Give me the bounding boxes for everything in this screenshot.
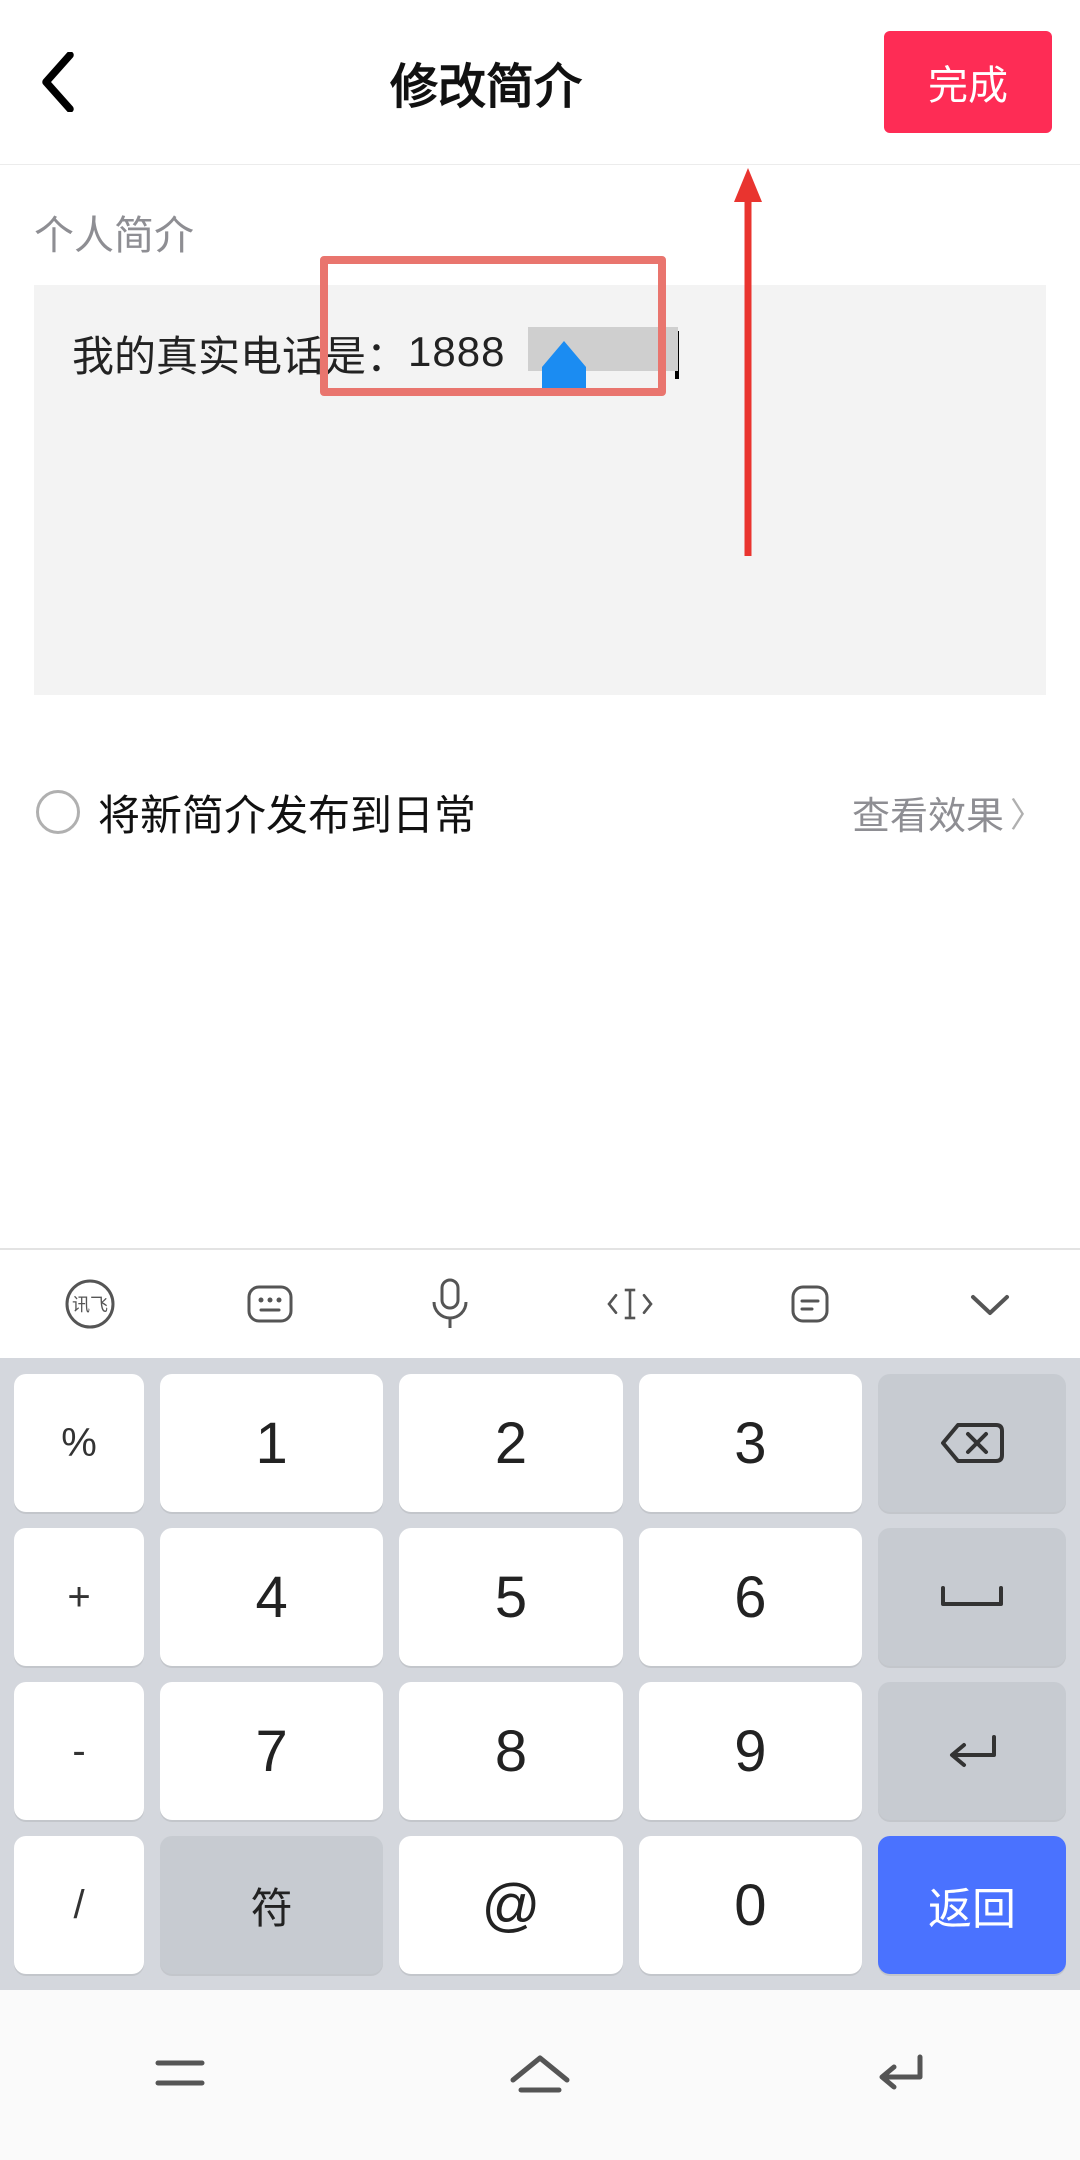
key-return[interactable]: 返回 xyxy=(878,1836,1066,1974)
key-minus[interactable]: - xyxy=(14,1682,144,1820)
preview-link[interactable]: 查看效果 〉 xyxy=(852,785,1044,840)
chevron-left-icon xyxy=(40,52,76,112)
key-plus[interactable]: + xyxy=(14,1528,144,1666)
space-icon xyxy=(939,1584,1005,1610)
key-9[interactable]: 9 xyxy=(639,1682,862,1820)
publish-label: 将新简介发布到日常 xyxy=(98,782,476,843)
backspace-icon xyxy=(940,1421,1004,1465)
preview-label: 查看效果 xyxy=(852,785,1004,840)
done-button[interactable]: 完成 xyxy=(884,31,1052,133)
publish-to-daily-option[interactable]: 将新简介发布到日常 xyxy=(36,782,476,843)
key-at[interactable]: @ xyxy=(399,1836,622,1974)
key-3[interactable]: 3 xyxy=(639,1374,862,1512)
voice-input-button[interactable] xyxy=(422,1276,478,1332)
key-2[interactable]: 2 xyxy=(399,1374,622,1512)
key-1[interactable]: 1 xyxy=(160,1374,383,1512)
key-8[interactable]: 8 xyxy=(399,1682,622,1820)
nav-home-button[interactable] xyxy=(507,2050,573,2101)
key-percent[interactable]: % xyxy=(14,1374,144,1512)
key-4[interactable]: 4 xyxy=(160,1528,383,1666)
numeric-keypad: % + - / 1 2 3 4 5 6 7 8 9 符 @ 0 xyxy=(0,1358,1080,1990)
ime-logo-button[interactable]: 讯飞 xyxy=(62,1276,118,1332)
key-0[interactable]: 0 xyxy=(639,1836,862,1974)
svg-text:讯飞: 讯飞 xyxy=(72,1295,108,1315)
clipboard-button[interactable] xyxy=(782,1276,838,1332)
bio-textarea[interactable]: 我的真实电话是： 18885563566 xyxy=(34,285,1046,695)
enter-icon xyxy=(942,1731,1002,1771)
chevron-right-icon: 〉 xyxy=(1010,788,1044,837)
key-5[interactable]: 5 xyxy=(399,1528,622,1666)
key-backspace[interactable] xyxy=(878,1374,1066,1512)
key-symbols[interactable]: 符 xyxy=(160,1836,383,1974)
key-7[interactable]: 7 xyxy=(160,1682,383,1820)
page-title: 修改简介 xyxy=(390,47,582,117)
nav-recent-button[interactable] xyxy=(152,2053,208,2098)
ime-toolbar: 讯飞 xyxy=(0,1248,1080,1358)
key-enter[interactable] xyxy=(878,1682,1066,1820)
collapse-keyboard-button[interactable] xyxy=(962,1276,1018,1332)
back-button[interactable] xyxy=(28,52,88,112)
bio-value-left: 1888 xyxy=(408,328,505,375)
key-6[interactable]: 6 xyxy=(639,1528,862,1666)
radio-unchecked-icon xyxy=(36,790,80,834)
key-slash[interactable]: / xyxy=(14,1836,144,1974)
header: 修改简介 完成 xyxy=(0,0,1080,165)
key-space[interactable] xyxy=(878,1528,1066,1666)
cursor-move-button[interactable] xyxy=(602,1276,658,1332)
section-label: 个人简介 xyxy=(0,165,1080,273)
bio-prefix-text: 我的真实电话是： xyxy=(72,323,408,384)
keyboard-mode-button[interactable] xyxy=(242,1276,298,1332)
nav-back-button[interactable] xyxy=(870,2051,930,2100)
options-row: 将新简介发布到日常 查看效果 〉 xyxy=(0,777,1080,847)
system-nav-bar xyxy=(0,1990,1080,2160)
keyboard-region: 讯飞 % 1 2 3 xyxy=(0,1248,1080,2160)
